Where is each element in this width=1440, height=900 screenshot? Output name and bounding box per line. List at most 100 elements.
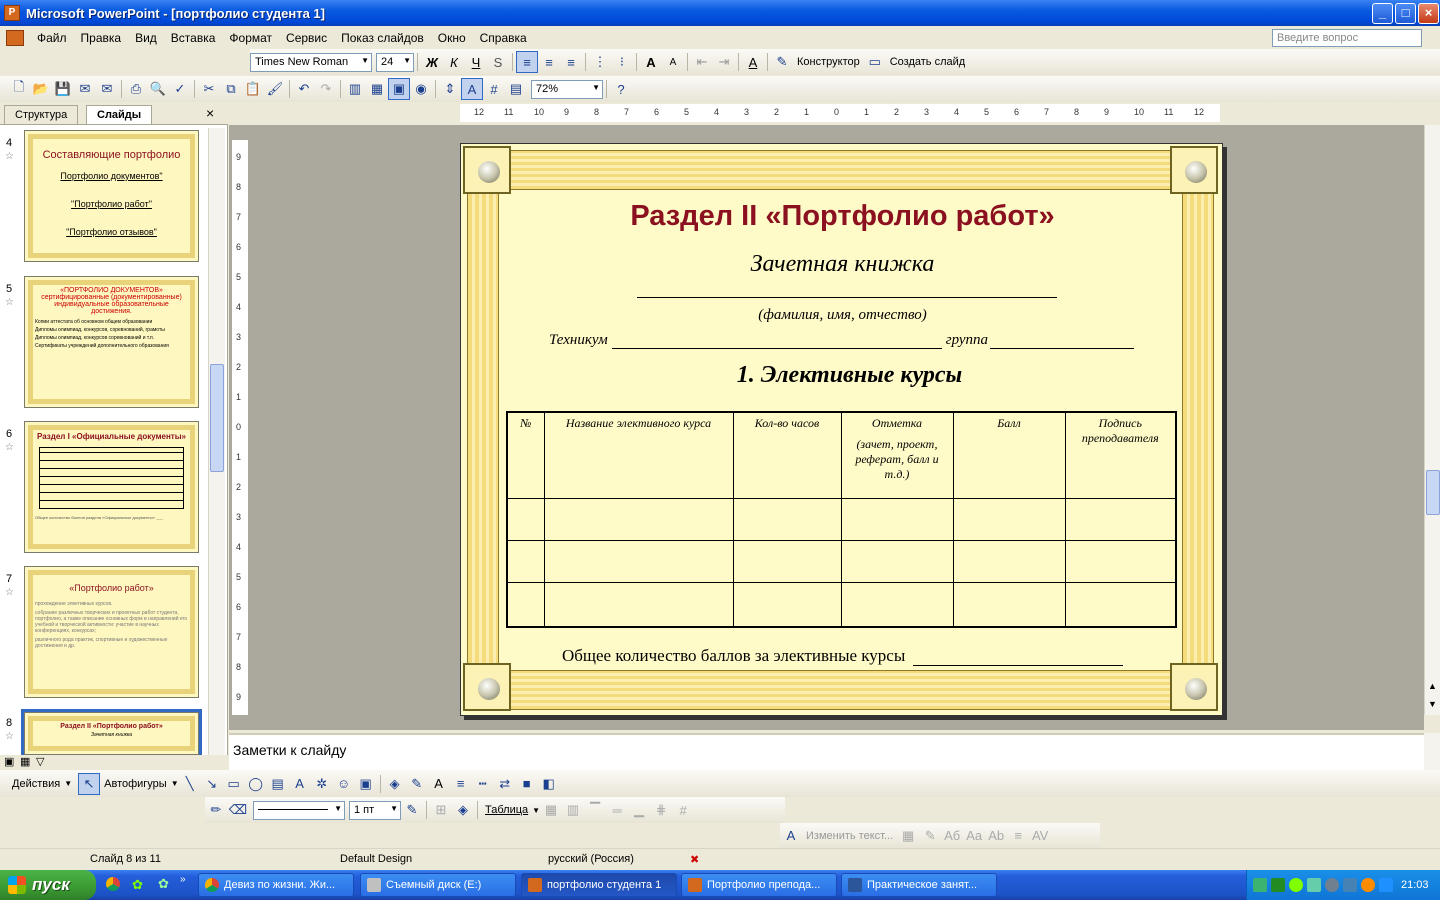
menu-tools[interactable]: Сервис	[279, 31, 334, 45]
tray-icon[interactable]	[1361, 878, 1375, 892]
menu-help[interactable]: Справка	[473, 31, 534, 45]
permission-icon[interactable]: ✉	[74, 78, 96, 100]
slide-thumbnail-4[interactable]: Составляющие портфолио Портфолио докумен…	[24, 130, 199, 262]
textbox-icon[interactable]: ▤	[267, 773, 289, 795]
new-icon[interactable]: 🗋	[8, 78, 30, 100]
open-icon[interactable]: 📂	[30, 78, 52, 100]
distribute-columns-icon[interactable]: #	[672, 799, 694, 821]
task-word[interactable]: Практическое занят...	[841, 873, 997, 897]
section-title[interactable]: 1. Элективные курсы	[461, 362, 1238, 389]
menu-format[interactable]: Формат	[222, 31, 279, 45]
menu-insert[interactable]: Вставка	[164, 31, 223, 45]
increase-font-icon[interactable]: A	[640, 51, 662, 73]
help-search-input[interactable]: Введите вопрос	[1272, 29, 1422, 47]
picture-icon[interactable]: ▣	[355, 773, 377, 795]
slide-sorter-icon[interactable]: ▦	[20, 755, 30, 768]
slide-subtitle[interactable]: Зачетная книжка	[461, 251, 1224, 278]
border-style-select[interactable]: ▼	[253, 800, 345, 820]
paste-icon[interactable]: 📋	[242, 78, 264, 100]
align-center-icon[interactable]: ≡	[538, 51, 560, 73]
select-pointer-icon[interactable]: ↖	[78, 772, 101, 795]
menu-window[interactable]: Окно	[431, 31, 473, 45]
bold-button[interactable]: Ж	[421, 51, 443, 73]
wordart-align-icon[interactable]: ≡	[1007, 825, 1029, 847]
menu-file[interactable]: Файл	[30, 31, 74, 45]
wordart-gallery-icon[interactable]: ▦	[897, 825, 919, 847]
eraser-icon[interactable]: ⌫	[227, 799, 249, 821]
name-caption[interactable]: (фамилия, имя, отчество)	[461, 307, 1224, 324]
format-painter-icon[interactable]: 🖌	[264, 78, 286, 100]
scrollbar-thumb[interactable]	[210, 364, 224, 472]
tray-icon[interactable]	[1271, 878, 1285, 892]
slide-thumbnail-6[interactable]: Раздел I «Официальные документы» Общее к…	[24, 421, 199, 553]
slide-title[interactable]: Раздел II «Портфолио работ»	[461, 200, 1224, 233]
elective-courses-table[interactable]: № Название элективного курса Кол-во часо…	[506, 411, 1177, 628]
font-color-icon[interactable]: A	[742, 51, 764, 73]
format-wordart-icon[interactable]: ✎	[919, 825, 941, 847]
align-left-icon[interactable]: ≡	[516, 51, 538, 73]
minimize-button[interactable]: _	[1372, 3, 1393, 24]
arrow-icon[interactable]: ↘	[201, 773, 223, 795]
tray-icon[interactable]	[1307, 878, 1321, 892]
task-powerpoint-2[interactable]: Портфолио препода...	[681, 873, 837, 897]
quicklaunch-expand-icon[interactable]: »	[180, 874, 186, 885]
technikum-row[interactable]: Техникум группа	[549, 332, 1135, 349]
new-slide-button[interactable]: Создать слайд	[886, 56, 969, 68]
zoom-select[interactable]: 72% ▼	[531, 79, 603, 99]
font-size-select[interactable]: 24 ▼	[376, 52, 414, 72]
document-icon[interactable]	[6, 29, 24, 46]
numbering-icon[interactable]: ⋮	[589, 51, 611, 73]
cut-icon[interactable]: ✂	[198, 78, 220, 100]
decrease-indent-icon[interactable]: ⇤	[691, 51, 713, 73]
borders-icon[interactable]: ⊞	[430, 799, 452, 821]
show-formatting-icon[interactable]: A	[461, 78, 483, 100]
slideshow-icon[interactable]: ▽	[36, 755, 44, 768]
menu-edit[interactable]: Правка	[74, 31, 129, 45]
icq-icon[interactable]	[1289, 878, 1303, 892]
notes-scrollbar[interactable]	[1424, 733, 1440, 770]
underline-button[interactable]: Ч	[465, 51, 487, 73]
undo-icon[interactable]: ↶	[293, 78, 315, 100]
tray-icon[interactable]	[1253, 878, 1267, 892]
tables-borders-icon[interactable]: ▣	[388, 78, 410, 100]
insert-table-icon[interactable]: ▦	[366, 78, 388, 100]
tray-icon[interactable]	[1379, 878, 1393, 892]
shadow-style-icon[interactable]: ■	[516, 773, 538, 795]
prev-slide-icon[interactable]: ▲	[1428, 681, 1437, 691]
line-style-icon[interactable]: ≡	[450, 773, 472, 795]
clock[interactable]: 21:03	[1401, 879, 1429, 891]
save-icon[interactable]: 💾	[52, 78, 74, 100]
tab-slides[interactable]: Слайды	[86, 105, 153, 124]
align-bottom-icon[interactable]: ▁	[628, 799, 650, 821]
slide-scrollbar[interactable]: ▲ ▼	[1424, 125, 1440, 715]
tray-icon[interactable]	[1343, 878, 1357, 892]
border-color-icon[interactable]: ✎	[401, 799, 423, 821]
char-spacing-icon[interactable]: AV	[1029, 825, 1051, 847]
insert-diagram-icon[interactable]: ◉	[410, 78, 432, 100]
wordart-icon[interactable]: A	[289, 773, 311, 795]
autoshapes-menu[interactable]: Автофигуры	[100, 778, 171, 790]
slide-canvas[interactable]: Раздел II «Портфолио работ» Зачетная кни…	[460, 143, 1223, 716]
quicklaunch-icon[interactable]: ✿	[158, 876, 169, 892]
task-powerpoint-1[interactable]: портфолио студента 1	[521, 873, 677, 897]
table-row[interactable]	[506, 497, 1177, 541]
arrow-style-icon[interactable]: ⇄	[494, 773, 516, 795]
slide-thumbnail-7[interactable]: «Портфолио работ» прохождение элективных…	[24, 566, 199, 698]
print-preview-icon[interactable]: 🔍	[147, 78, 169, 100]
chrome-quicklaunch-icon[interactable]	[106, 877, 120, 891]
spelling-icon[interactable]: ✓	[169, 78, 191, 100]
italic-button[interactable]: К	[443, 51, 465, 73]
start-button[interactable]: пуск	[0, 870, 96, 900]
align-right-icon[interactable]: ≡	[560, 51, 582, 73]
distribute-rows-icon[interactable]: ⋕	[650, 799, 672, 821]
draw-table-icon[interactable]: ✏	[205, 799, 227, 821]
icq-quicklaunch-icon[interactable]: ✿	[132, 877, 143, 893]
tray-icon[interactable]	[1325, 878, 1339, 892]
email-icon[interactable]: ✉	[96, 78, 118, 100]
bullets-icon[interactable]: ⁝	[611, 51, 633, 73]
help-icon[interactable]: ?	[610, 78, 632, 100]
clipart-icon[interactable]: ☺	[333, 773, 355, 795]
color-grayscale-icon[interactable]: ▤	[505, 78, 527, 100]
table-row[interactable]	[506, 581, 1177, 628]
scrollbar-thumb[interactable]	[1426, 470, 1440, 515]
